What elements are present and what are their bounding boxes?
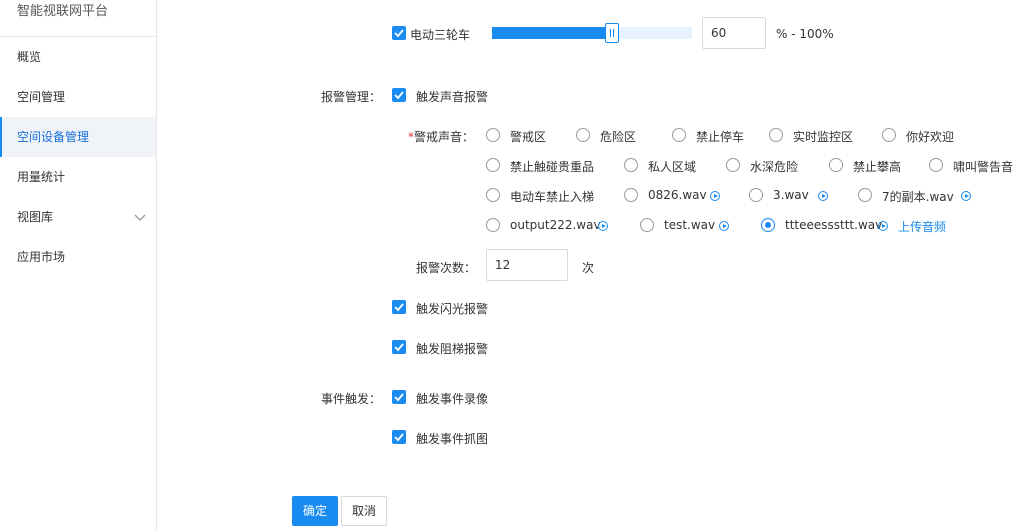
sidebar-item-usage-statistics[interactable]: 用量统计 <box>0 157 156 197</box>
check-icon <box>394 91 404 100</box>
sound-alarm-checkbox[interactable] <box>392 88 406 102</box>
chevron-down-icon <box>134 214 146 221</box>
sidebar-item-label: 空间管理 <box>17 90 66 104</box>
threshold-slider[interactable] <box>492 27 692 39</box>
sound-radio[interactable] <box>749 188 763 202</box>
sound-radio[interactable] <box>882 128 896 142</box>
sidebar-item-label: 用量统计 <box>17 170 66 184</box>
event-snapshot-checkbox[interactable] <box>392 430 406 444</box>
check-icon <box>394 393 404 402</box>
sound-option-label: ttteeesssttt.wav <box>785 218 883 232</box>
sound-radio[interactable] <box>858 188 872 202</box>
event-record-label: 触发事件录像 <box>416 392 489 406</box>
event-section-label: 事件触发： <box>321 392 382 406</box>
sidebar-item-label: 空间设备管理 <box>17 130 90 144</box>
stair-alarm-checkbox[interactable] <box>392 340 406 354</box>
sidebar-item-overview[interactable]: 概览 <box>0 37 156 77</box>
threshold-input[interactable]: 60 <box>702 17 766 49</box>
alarm-count-label: 报警次数： <box>416 261 477 275</box>
sound-radio[interactable] <box>929 158 943 172</box>
sound-option-label: 禁止触碰贵重品 <box>510 160 595 174</box>
sound-option-label: 禁止攀高 <box>853 160 902 174</box>
check-icon <box>394 29 404 38</box>
sound-option-label: 水深危险 <box>750 160 799 174</box>
sidebar-item-label: 视图库 <box>17 210 54 224</box>
event-record-checkbox[interactable] <box>392 390 406 404</box>
sound-radio[interactable] <box>829 158 843 172</box>
sound-option-label: 3.wav <box>773 188 809 202</box>
alarm-count-input[interactable]: 12 <box>486 249 568 281</box>
sound-radio[interactable] <box>672 128 686 142</box>
slider-handle[interactable] <box>605 23 619 43</box>
sound-radio[interactable] <box>576 128 590 142</box>
play-audio-icon[interactable] <box>710 191 720 201</box>
sidebar: 智能视联网平台 概览 空间管理 空间设备管理 用量统计 视图库 应用市场 <box>0 0 157 531</box>
flash-alarm-checkbox[interactable] <box>392 300 406 314</box>
sound-option-label: 7的副本.wav <box>882 190 954 204</box>
sound-radio[interactable] <box>726 158 740 172</box>
sound-option-label: 实时监控区 <box>793 130 854 144</box>
alarm-section-label: 报警管理： <box>321 90 382 104</box>
play-audio-icon[interactable] <box>818 191 828 201</box>
sound-option-label: 你好欢迎 <box>906 130 955 144</box>
sound-radio[interactable] <box>769 128 783 142</box>
alarm-count-unit: 次 <box>582 261 595 275</box>
play-audio-icon[interactable] <box>598 221 608 231</box>
sound-radio[interactable] <box>486 158 500 172</box>
stair-alarm-label: 触发阻梯报警 <box>416 342 489 356</box>
sound-radio[interactable] <box>486 218 500 232</box>
confirm-button[interactable]: 确定 <box>292 496 338 526</box>
brand-title: 智能视联网平台 <box>0 0 156 37</box>
sidebar-item-label: 应用市场 <box>17 250 66 264</box>
main-form: 电动三轮车 60 % - 100% 报警管理： 触发声音报警 *警戒声音： 警戒… <box>158 0 1026 531</box>
sound-radio[interactable] <box>624 188 638 202</box>
sound-radio[interactable] <box>486 188 500 202</box>
sidebar-item-view-library[interactable]: 视图库 <box>0 197 156 237</box>
sound-option-label: 啸叫警告音 <box>953 160 1014 174</box>
play-audio-icon[interactable] <box>961 191 971 201</box>
sound-option-label: output222.wav <box>510 218 601 232</box>
sidebar-item-label: 概览 <box>17 50 42 64</box>
sound-option-label: test.wav <box>664 218 716 232</box>
sound-field-label: *警戒声音： <box>408 128 474 145</box>
sidebar-item-space-device-management[interactable]: 空间设备管理 <box>0 117 156 157</box>
play-audio-icon[interactable] <box>878 221 888 231</box>
sound-radio[interactable] <box>640 218 654 232</box>
sound-radio[interactable] <box>624 158 638 172</box>
sidebar-item-app-market[interactable]: 应用市场 <box>0 237 156 277</box>
sidebar-item-space-management[interactable]: 空间管理 <box>0 77 156 117</box>
slider-fill <box>492 27 612 39</box>
sound-field-text: 警戒声音： <box>414 130 475 144</box>
sound-option-label: 禁止停车 <box>696 130 745 144</box>
check-icon <box>394 303 404 312</box>
sound-radio[interactable] <box>761 218 775 232</box>
check-icon <box>394 433 404 442</box>
flash-alarm-label: 触发闪光报警 <box>416 302 489 316</box>
upload-audio-link[interactable]: 上传音频 <box>898 218 946 235</box>
sound-option-label: 私人区域 <box>648 160 697 174</box>
cancel-button[interactable]: 取消 <box>341 496 387 526</box>
check-icon <box>394 343 404 352</box>
tricycle-checkbox[interactable] <box>392 26 406 40</box>
sound-option-label: 危险区 <box>600 130 637 144</box>
sound-option-label: 0826.wav <box>648 188 707 202</box>
sound-option-label: 电动车禁止入梯 <box>510 190 595 204</box>
sound-alarm-label: 触发声音报警 <box>416 90 489 104</box>
tricycle-label: 电动三轮车 <box>410 28 471 42</box>
sound-option-label: 警戒区 <box>510 130 547 144</box>
sound-radio[interactable] <box>486 128 500 142</box>
play-audio-icon[interactable] <box>719 221 729 231</box>
event-snapshot-label: 触发事件抓图 <box>416 432 489 446</box>
range-suffix: % - 100% <box>776 27 834 41</box>
